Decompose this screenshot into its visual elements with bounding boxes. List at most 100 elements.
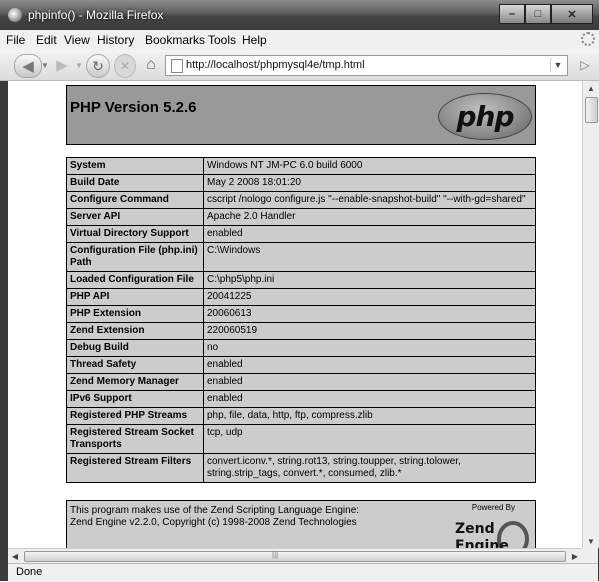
info-value-cell: Windows NT JM-PC 6.0 build 6000 (203, 157, 536, 175)
menu-history[interactable]: History (97, 33, 134, 47)
menu-help[interactable]: Help (242, 33, 267, 47)
scroll-down-arrow-icon[interactable]: ▼ (583, 534, 599, 548)
menu-edit[interactable]: Edit (36, 33, 57, 47)
info-label-cell: Configuration File (php.ini) Path (66, 242, 204, 272)
home-icon: ⌂ (146, 56, 156, 73)
info-label-cell: System (66, 157, 204, 175)
info-table-row: Zend Extension 220060519 (66, 322, 536, 340)
reload-button[interactable]: ↻ (86, 54, 110, 78)
info-table-row: PHP Extension 20060613 (66, 305, 536, 323)
horizontal-scrollbar[interactable]: ◀ ||| ▶ (8, 548, 582, 563)
info-label-cell: IPv6 Support (66, 390, 204, 408)
info-table-row: IPv6 Support enabled (66, 390, 536, 408)
info-table-row: Debug Build no (66, 339, 536, 357)
back-history-dropdown[interactable]: ▼ (41, 54, 49, 76)
php-version-title: PHP Version 5.2.6 (70, 99, 197, 116)
navigation-toolbar: ◀ ▼ ▶ ▼ ↻ ✕ ⌂ ▼ ▷ (0, 50, 599, 81)
php-logo-text: php (456, 100, 514, 133)
info-label-cell: PHP API (66, 288, 204, 306)
info-label-cell: Virtual Directory Support (66, 225, 204, 243)
info-label-cell: Debug Build (66, 339, 204, 357)
info-table-row: PHP API 20041225 (66, 288, 536, 306)
info-label-cell: Zend Extension (66, 322, 204, 340)
info-value-cell: enabled (203, 390, 536, 408)
menu-view[interactable]: View (64, 33, 90, 47)
zend-logo-word: Zend (455, 521, 495, 537)
stop-button[interactable]: ✕ (114, 54, 136, 78)
info-table-row: Build Date May 2 2008 18:01:20 (66, 174, 536, 192)
info-label-cell: Registered PHP Streams (66, 407, 204, 425)
address-bar[interactable]: ▼ (165, 55, 568, 76)
info-table-row: Configuration File (php.ini) Path C:\Wind… (66, 242, 536, 272)
info-value-cell: tcp, udp (203, 424, 536, 454)
menu-tools[interactable]: Tools (208, 33, 236, 47)
forward-arrow-icon: ▶ (56, 57, 68, 74)
close-button[interactable]: ✕ (551, 4, 593, 24)
info-value-cell: C:\Windows (203, 242, 536, 272)
engine-logo-word: Engine (455, 538, 509, 548)
scroll-left-arrow-icon[interactable]: ◀ (8, 549, 22, 563)
info-table-row: Server API Apache 2.0 Handler (66, 208, 536, 226)
browser-window: phpinfo() - Mozilla Firefox – □ ✕ File E… (0, 0, 599, 582)
menu-bookmarks[interactable]: Bookmarks (145, 33, 205, 47)
back-button[interactable]: ◀ (14, 54, 42, 78)
info-table-row: Loaded Configuration File C:\php5\php.ini (66, 271, 536, 289)
scroll-right-arrow-icon[interactable]: ▶ (568, 549, 582, 563)
info-label-cell: Configure Command (66, 191, 204, 209)
minimize-button[interactable]: – (499, 4, 525, 24)
forward-button[interactable]: ▶ (50, 54, 74, 76)
vertical-scroll-thumb[interactable] (585, 97, 598, 123)
info-value-cell: Apache 2.0 Handler (203, 208, 536, 226)
throbber-icon (581, 32, 595, 46)
zend-notice-line2: Zend Engine v2.2.0, Copyright (c) 1998-2… (70, 517, 357, 528)
vertical-scrollbar[interactable]: ▲ ▼ (582, 81, 599, 548)
info-label-cell: Zend Memory Manager (66, 373, 204, 391)
scroll-up-arrow-icon[interactable]: ▲ (583, 81, 599, 95)
page-favicon (171, 59, 183, 73)
go-button[interactable]: ▷ (576, 54, 594, 76)
scroll-corner (582, 548, 598, 563)
info-label-cell: Thread Safety (66, 356, 204, 374)
url-input[interactable] (186, 57, 536, 73)
info-table-row: Zend Memory Manager enabled (66, 373, 536, 391)
info-value-cell: enabled (203, 373, 536, 391)
zend-engine-logo: Zend Engine (449, 515, 531, 548)
info-value-cell: cscript /nologo configure.js "--enable-s… (203, 191, 536, 209)
info-table-row: Configure Command cscript /nologo configu… (66, 191, 536, 209)
back-arrow-icon: ◀ (22, 58, 34, 75)
info-table-row: Registered Stream Socket Transports tcp, … (66, 424, 536, 454)
php-info-table: System Windows NT JM-PC 6.0 build 6000 Bui… (66, 157, 536, 483)
info-table-row: Thread Safety enabled (66, 356, 536, 374)
horizontal-scroll-thumb[interactable] (24, 551, 566, 562)
info-value-cell: C:\php5\php.ini (203, 271, 536, 289)
info-value-cell: 20041225 (203, 288, 536, 306)
powered-by-label: Powered By (471, 503, 515, 512)
window-title: phpinfo() - Mozilla Firefox (28, 8, 164, 22)
url-history-dropdown[interactable]: ▼ (550, 58, 565, 72)
info-value-cell: no (203, 339, 536, 357)
firefox-icon (8, 8, 22, 22)
info-table-row: Registered Stream Filters convert.iconv.*… (66, 453, 536, 483)
info-value-cell: convert.iconv.*, string.rot13, string.to… (203, 453, 536, 483)
info-value-cell: php, file, data, http, ftp, compress.zli… (203, 407, 536, 425)
php-logo: php (438, 93, 532, 140)
status-text: Done (16, 566, 43, 578)
title-bar: phpinfo() - Mozilla Firefox – □ ✕ (0, 0, 599, 30)
forward-history-dropdown[interactable]: ▼ (75, 54, 83, 76)
status-bar: Done (8, 563, 598, 582)
info-value-cell: enabled (203, 356, 536, 374)
page-content: PHP Version 5.2.6 php System Windows NT J… (8, 81, 582, 548)
window-controls: – □ ✕ (499, 4, 593, 24)
info-value-cell: May 2 2008 18:01:20 (203, 174, 536, 192)
scroll-grip-icon: ||| (272, 550, 279, 559)
home-button[interactable]: ⌂ (140, 54, 162, 76)
info-label-cell: Build Date (66, 174, 204, 192)
info-table-row: System Windows NT JM-PC 6.0 build 6000 (66, 157, 536, 175)
menu-file[interactable]: File (6, 33, 25, 47)
info-value-cell: 220060519 (203, 322, 536, 340)
info-label-cell: Server API (66, 208, 204, 226)
stop-icon: ✕ (119, 59, 131, 73)
info-value-cell: 20060613 (203, 305, 536, 323)
info-table-row: Registered PHP Streams php, file, data, h… (66, 407, 536, 425)
maximize-button[interactable]: □ (525, 4, 551, 24)
